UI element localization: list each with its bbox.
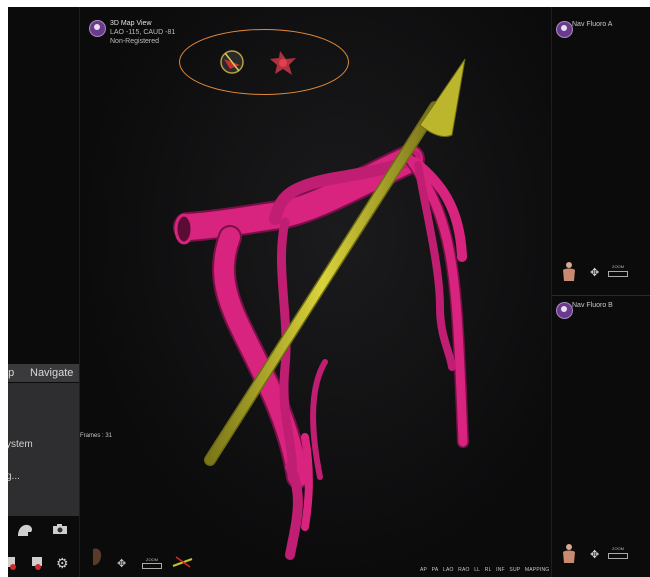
zoom-label: ZOOM [146,557,158,562]
navigate-icon[interactable]: ✥ [117,557,126,570]
frames-label: Frames : 31 [80,433,113,439]
fluoro-a-badge-icon [556,21,573,38]
right-panel: Nav Fluoro A ✥ ZOOM Nav Fluoro B ✥ ZOOM [551,7,650,577]
zoom-label: ZOOM [612,264,624,269]
view-inf-button[interactable]: INF [496,567,505,573]
nav-fluoro-a-title: Nav Fluoro A [572,21,613,28]
left-toolbar: ⚙ [8,519,79,577]
view-rl-button[interactable]: RL [485,567,492,573]
view-rao-button[interactable]: RAO [458,567,469,573]
patient-body-icon[interactable] [562,261,576,281]
navigate-icon[interactable]: ✥ [590,266,599,279]
nav-fluoro-a-panel[interactable]: Nav Fluoro A ✥ ZOOM [552,7,650,296]
view-sup-button[interactable]: SUP [509,567,520,573]
view-ap-button[interactable]: AP [420,567,427,573]
view-mapping-button[interactable]: MAPPING [525,567,549,573]
nav-fluoro-b-title: Nav Fluoro B [572,302,613,309]
left-panel: ap Navigate ystem g... ⚙ [8,7,80,577]
left-content-box: ystem g... [8,383,79,516]
hide-arrow-icon[interactable] [172,555,194,572]
left-text-line-2: g... [8,471,20,482]
helmet-icon[interactable] [16,523,34,537]
tab-map[interactable]: ap [8,367,22,379]
zoom-control[interactable]: ZOOM [142,557,162,569]
target-tool-icon[interactable] [270,51,296,75]
vessel-scene [173,50,469,560]
zoom-slider[interactable] [608,553,628,559]
body-model-icon[interactable] [90,547,104,570]
camera-icon[interactable] [52,523,68,537]
zoom-control[interactable]: ZOOM [608,264,628,277]
nav-fluoro-b-panel[interactable]: Nav Fluoro B ✥ ZOOM [552,296,650,577]
record-device-2-icon[interactable] [30,555,46,573]
fluoro-b-toolbar: ✥ ZOOM [560,543,645,565]
gear-icon[interactable]: ⚙ [56,556,69,570]
view-pa-button[interactable]: PA [432,567,439,573]
fluoro-a-toolbar: ✥ ZOOM [560,261,645,283]
catheter-tool-icon[interactable] [220,50,244,74]
view-lao-button[interactable]: LAO [443,567,454,573]
patient-body-icon[interactable] [562,543,576,563]
left-tab-bar: ap Navigate [8,364,79,382]
direction-arrow[interactable] [204,58,466,466]
application-window: ap Navigate ystem g... ⚙ 3D Map V [8,7,650,577]
3d-map-viewport[interactable]: 3D Map View LAO -115, CAUD -81 Non-Regis… [80,7,550,577]
zoom-slider[interactable] [608,271,628,277]
tab-navigate[interactable]: Navigate [30,367,73,379]
view-ll-button[interactable]: LL [474,567,480,573]
zoom-label: ZOOM [612,546,624,551]
record-device-icon[interactable] [8,555,18,573]
zoom-slider[interactable] [142,563,162,569]
navigate-icon[interactable]: ✥ [590,548,599,561]
left-text-line-1: ystem [8,439,33,450]
view-presets: AP PA LAO RAO LL RL INF SUP MAPPING [420,567,552,573]
coronary-vessels [173,144,469,560]
fluoro-b-badge-icon [556,302,573,319]
zoom-control[interactable]: ZOOM [608,546,628,559]
